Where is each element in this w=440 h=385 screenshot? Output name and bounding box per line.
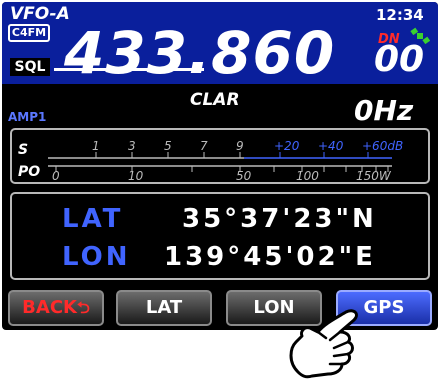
po-ticks <box>55 166 389 172</box>
clock: 12:34 <box>376 6 424 24</box>
back-arrow-icon: ⮌ <box>76 298 90 317</box>
po-tick-10: 10 <box>128 169 144 182</box>
mode-badge: C4FM <box>8 24 50 42</box>
s-tick-40: +40 <box>318 139 344 153</box>
lon-label: LON <box>62 242 131 272</box>
sql-label: SQL <box>10 58 50 76</box>
s-tick-7: 7 <box>200 139 208 153</box>
clar-label: CLAR <box>190 90 240 110</box>
s-tick-60db: +60dB <box>362 139 403 153</box>
frequency-small: 00 <box>374 39 425 80</box>
clar-offset: 0Hz <box>354 94 414 127</box>
pointing-hand-icon <box>289 309 358 379</box>
back-button[interactable]: BACK⮌ <box>8 290 104 326</box>
s-tick-1: 1 <box>92 139 100 153</box>
back-label: BACK <box>22 297 77 318</box>
lat-button[interactable]: LAT <box>116 290 212 326</box>
meter-scale: S PO 1 3 5 7 9 +20 +40 +60dB 0 10 50 100… <box>18 139 403 183</box>
po-tick-150w: 150W <box>356 169 392 182</box>
vfo-label: VFO-A <box>10 4 70 24</box>
sql-bar <box>54 68 204 71</box>
lon-value: 139°45'02"E <box>164 242 376 272</box>
s-po-meter: S PO 1 3 5 7 9 +20 +40 +60dB 0 10 50 100… <box>10 128 430 184</box>
lat-label: LAT <box>62 204 124 234</box>
po-label: PO <box>18 164 40 180</box>
s-label: S <box>18 142 28 158</box>
s-tick-9: 9 <box>236 139 244 153</box>
po-tick-100: 100 <box>296 169 319 182</box>
po-tick-0: 0 <box>52 169 60 182</box>
po-tick-50: 50 <box>236 169 252 182</box>
s-tick-3: 3 <box>128 139 136 153</box>
s-tick-20: +20 <box>274 139 300 153</box>
amp-label: AMP1 <box>8 110 47 124</box>
s-tick-5: 5 <box>164 139 172 153</box>
frequency-main: 433.860 <box>64 19 336 87</box>
radio-display: VFO-A C4FM 12:34 433.860 DN 00 SQL AMP1 … <box>2 2 438 330</box>
position-panel: LAT 35°37'23"N LON 139°45'02"E <box>10 192 430 280</box>
lat-value: 35°37'23"N <box>182 204 377 234</box>
